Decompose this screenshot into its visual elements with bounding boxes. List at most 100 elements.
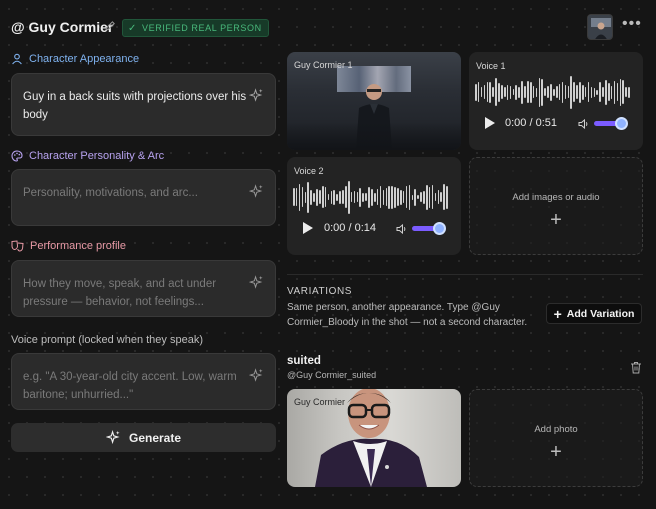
sparkle-icon[interactable] [249, 275, 264, 290]
waveform-bar [301, 187, 304, 207]
sparkle-icon [105, 430, 120, 445]
waveform-bar [347, 180, 350, 214]
waveform-bar [587, 82, 590, 102]
waveform-bar [298, 183, 301, 211]
waveform-bar [350, 192, 353, 202]
voice-prompt-placeholder[interactable]: e.g. "A 30-year-old city accent. Low, wa… [23, 368, 248, 404]
pencil-icon[interactable] [104, 20, 116, 32]
sparkle-icon[interactable] [249, 88, 264, 103]
waveform-bar [417, 195, 419, 199]
voice-2-waveform[interactable] [293, 179, 448, 215]
person-icon [12, 53, 22, 65]
waveform-bar [353, 191, 356, 203]
waveform-bar [359, 187, 362, 207]
add-variation-button[interactable]: + Add Variation [546, 303, 642, 324]
voice-prompt-label: Voice prompt (locked when they speak) [11, 334, 203, 346]
waveform-bar [295, 188, 298, 206]
waveform-bar [550, 83, 552, 101]
waveform-bar [423, 190, 425, 204]
waveform-bar [509, 85, 512, 99]
waveform-bar [501, 85, 503, 99]
waveform-bar [570, 75, 572, 109]
volume-icon[interactable] [396, 223, 408, 235]
waveform-bar [408, 184, 411, 210]
play-icon[interactable] [302, 221, 316, 235]
waveform-bar [324, 187, 327, 207]
voice-1-time: 0:00 / 0:51 [505, 117, 557, 129]
waveform-bar [547, 86, 549, 98]
waveform-bar [529, 81, 532, 103]
voice-1-waveform[interactable] [475, 74, 630, 110]
palette-icon [11, 150, 23, 162]
waveform-bar [336, 193, 338, 201]
voice-2-player: 0:00 / 0:14 [287, 218, 461, 238]
waveform-bar [506, 84, 509, 100]
waveform-bar [561, 81, 564, 103]
personality-field[interactable]: Personality, motivations, and arc... [11, 169, 276, 226]
appearance-field[interactable]: Guy in a back suits with projections ove… [11, 73, 276, 136]
add-media-dropzone[interactable]: Add images or audio + [469, 157, 643, 255]
variation-photo[interactable]: Guy Cormier [287, 389, 461, 487]
avatar[interactable] [587, 14, 613, 40]
waveform-bar [527, 81, 529, 103]
sparkle-icon[interactable] [249, 368, 264, 383]
waveform-bar [558, 84, 561, 100]
waveform-bar [402, 191, 405, 203]
appearance-value[interactable]: Guy in a back suits with projections ove… [23, 88, 248, 124]
generate-button[interactable]: Generate [11, 423, 276, 452]
waveform-bar [544, 88, 546, 96]
theater-masks-icon [11, 240, 24, 252]
waveform-bar [477, 82, 480, 102]
play-icon[interactable] [484, 116, 498, 130]
voice-2-volume-knob[interactable] [433, 222, 447, 235]
waveform-bar [596, 89, 598, 95]
waveform-bar [538, 77, 541, 107]
photo-label: Guy Cormier [294, 397, 346, 407]
waveform-bar [512, 89, 515, 95]
waveform-bar [535, 87, 538, 97]
waveform-bar [293, 188, 295, 206]
more-options-icon[interactable]: ••• [622, 15, 642, 33]
add-photo-dropzone[interactable]: Add photo + [469, 389, 643, 487]
voice-1-volume-knob[interactable] [615, 117, 629, 130]
waveform-bar [388, 185, 390, 209]
waveform-bar [434, 193, 437, 201]
waveform-bar [307, 181, 310, 213]
add-photo-label: Add photo [534, 423, 578, 435]
personality-placeholder[interactable]: Personality, motivations, and arc... [23, 184, 248, 202]
verified-badge: ✓ VERIFIED REAL PERSON [122, 19, 269, 37]
voice-prompt-field[interactable]: e.g. "A 30-year-old city accent. Low, wa… [11, 353, 276, 410]
trash-icon[interactable] [630, 361, 642, 374]
check-icon: ✓ [128, 22, 137, 34]
waveform-bar [420, 192, 422, 202]
waveform-bar [394, 186, 396, 208]
waveform-bar [443, 184, 445, 210]
add-media-label: Add images or audio [512, 191, 600, 203]
waveform-bar [405, 186, 408, 208]
voice-2-label: Voice 2 [294, 166, 324, 176]
waveform-bar [555, 86, 558, 98]
waveform-bar [610, 85, 613, 99]
personality-label: Character Personality & Arc [11, 150, 164, 162]
waveform-bar [573, 82, 575, 102]
waveform-bar [576, 85, 578, 99]
waveform-bar [616, 83, 619, 101]
sparkle-icon[interactable] [249, 184, 264, 199]
waveform-bar [567, 86, 570, 98]
generate-label: Generate [128, 430, 182, 445]
voice-2-card: Voice 2 0:00 / 0:14 [287, 157, 461, 255]
voice-1-label: Voice 1 [476, 61, 506, 71]
performance-field[interactable]: How they move, speak, and act under pres… [11, 260, 276, 317]
video-thumbnail[interactable]: Guy Cormier 1 [287, 52, 461, 150]
waveform-bar [345, 186, 347, 208]
waveform-bar [495, 78, 497, 106]
waveform-bar [414, 188, 416, 206]
waveform-bar [579, 81, 581, 103]
waveform-bar [486, 82, 489, 102]
waveform-bar [607, 83, 610, 101]
volume-icon[interactable] [578, 118, 590, 130]
performance-placeholder[interactable]: How they move, speak, and act under pres… [23, 275, 248, 311]
waveform-bar [489, 81, 492, 103]
waveform-bar [316, 188, 318, 206]
waveform-bar [425, 184, 428, 210]
